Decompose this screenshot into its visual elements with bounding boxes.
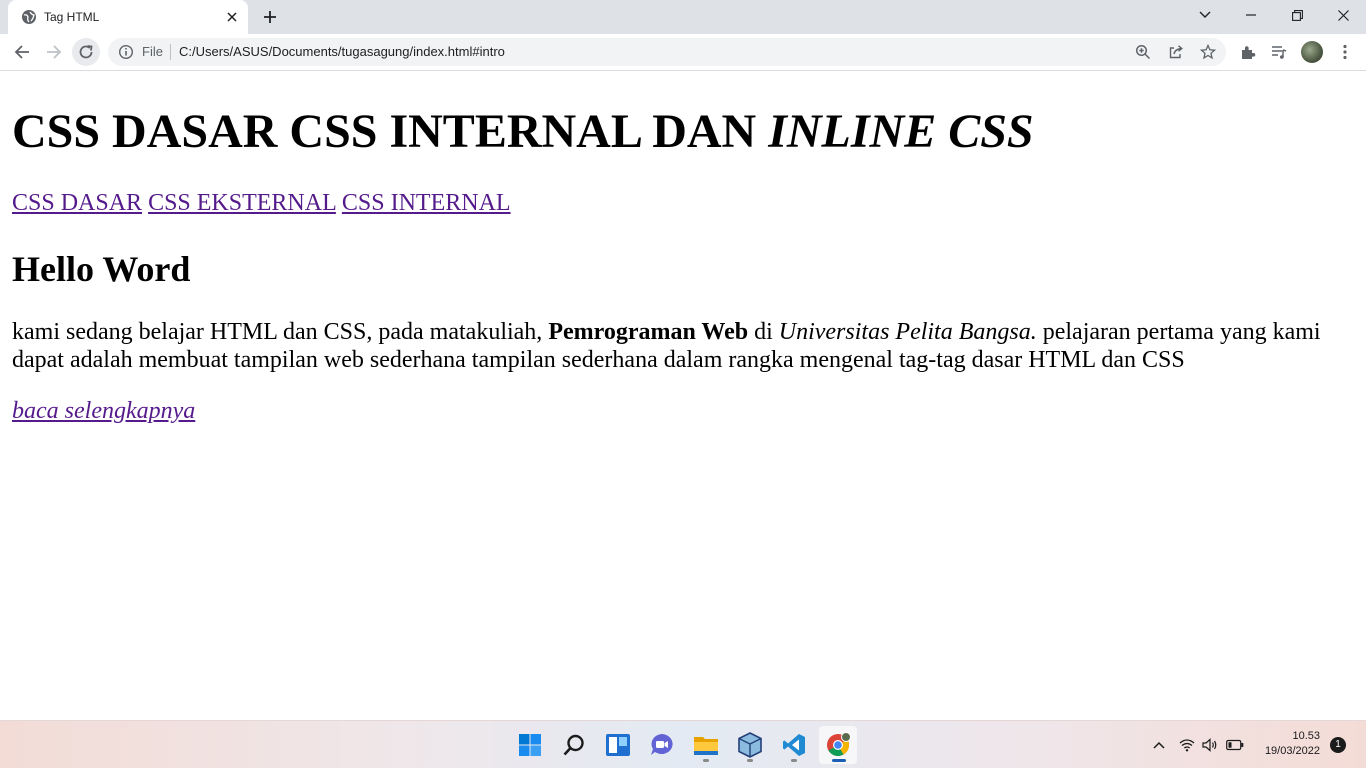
extensions-icon[interactable] [1234,38,1262,66]
chevron-up-icon[interactable] [1149,733,1169,757]
teams-chat-icon[interactable] [643,726,681,764]
running-indicator [791,759,797,762]
browser-tab[interactable]: Tag HTML [8,0,248,34]
minimize-icon[interactable] [1228,0,1274,30]
page-title-emphasis: INLINE CSS [768,105,1034,158]
tab-title: Tag HTML [44,10,100,24]
taskbar: 10.53 19/03/2022 1 [0,720,1366,768]
running-indicator [832,759,846,762]
back-arrow-icon[interactable] [8,38,36,66]
url-text[interactable]: C:/Users/ASUS/Documents/tugasagung/index… [179,44,505,60]
browser-toolbar: File C:/Users/ASUS/Documents/tugasagung/… [0,34,1366,71]
notification-badge[interactable]: 1 [1330,737,1346,753]
restore-icon[interactable] [1274,0,1320,30]
menu-dots-icon[interactable] [1331,38,1359,66]
section-heading: Hello Word [12,249,191,289]
paragraph-text-1: kami sedang belajar HTML dan CSS, pada m… [12,319,549,345]
page-nav: CSS DASAR CSS EKSTERNAL CSS INTERNAL [12,188,511,218]
paragraph-text-2: di [748,319,779,345]
info-icon[interactable] [118,44,134,60]
paragraph-bold: Pemrograman Web [548,319,749,345]
battery-icon[interactable] [1225,733,1245,757]
omnibox-divider [170,44,171,60]
tab-search-chevron-icon[interactable] [1182,0,1228,30]
running-indicator [703,759,709,762]
page-title-main: CSS DASAR CSS INTERNAL DAN [12,105,769,158]
media-playlist-icon[interactable] [1265,38,1293,66]
globe-icon [21,9,37,25]
zoom-icon[interactable] [1133,42,1153,62]
forward-arrow-icon[interactable] [40,38,68,66]
bookmark-star-icon[interactable] [1198,42,1218,62]
search-icon[interactable] [555,726,593,764]
vscode-icon[interactable] [775,726,813,764]
profile-avatar[interactable] [1301,41,1323,63]
chrome-icon[interactable] [819,726,857,764]
paragraph-italic: Universitas Pelita Bangsa. [778,319,1037,345]
widgets-icon[interactable] [599,726,637,764]
tab-strip: Tag HTML [0,0,1366,34]
nav-link-css-dasar[interactable]: CSS DASAR [12,190,142,216]
virtualbox-icon[interactable] [731,726,769,764]
file-explorer-icon[interactable] [687,726,725,764]
intro-paragraph: kami sedang belajar HTML dan CSS, pada m… [12,318,1352,374]
close-window-icon[interactable] [1320,0,1366,30]
page-content: CSS DASAR CSS INTERNAL DAN INLINE CSS CS… [0,72,1366,720]
nav-link-css-eksternal[interactable]: CSS EKSTERNAL [148,190,336,216]
running-indicator [747,759,753,762]
reload-icon[interactable] [72,38,100,66]
share-icon[interactable] [1166,42,1186,62]
volume-icon[interactable] [1200,733,1220,757]
clock-date: 19/03/2022 [1264,745,1320,757]
scheme-label: File [142,44,163,59]
read-more-link[interactable]: baca selengkapnya [12,396,195,426]
nav-link-css-internal[interactable]: CSS INTERNAL [342,190,511,216]
wifi-icon[interactable] [1177,733,1197,757]
windows-start-icon[interactable] [511,726,549,764]
page-title: CSS DASAR CSS INTERNAL DAN INLINE CSS [12,104,1034,160]
new-tab-button[interactable] [259,6,281,28]
system-clock[interactable]: 10.53 19/03/2022 [1254,729,1320,759]
clock-time: 10.53 [1292,730,1320,742]
close-tab-icon[interactable] [223,8,241,26]
address-bar[interactable]: File C:/Users/ASUS/Documents/tugasagung/… [108,38,1226,66]
